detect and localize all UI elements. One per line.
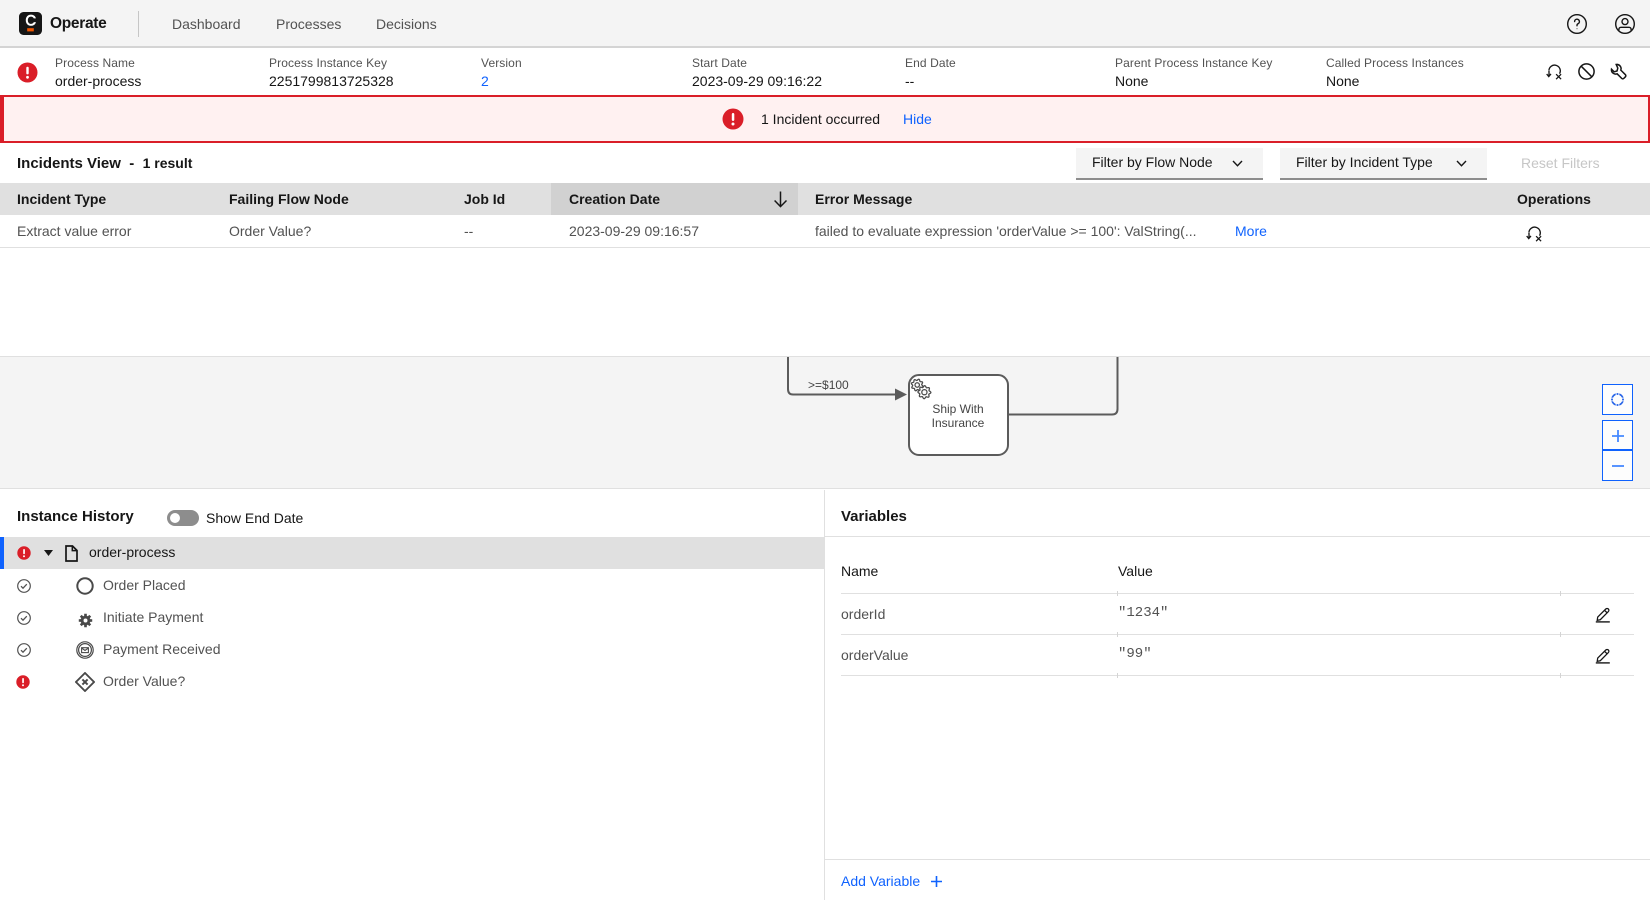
svg-text:Insurance: Insurance <box>932 416 985 430</box>
svg-text:>=$100: >=$100 <box>808 378 849 392</box>
svg-text:Ship With: Ship With <box>932 402 983 416</box>
